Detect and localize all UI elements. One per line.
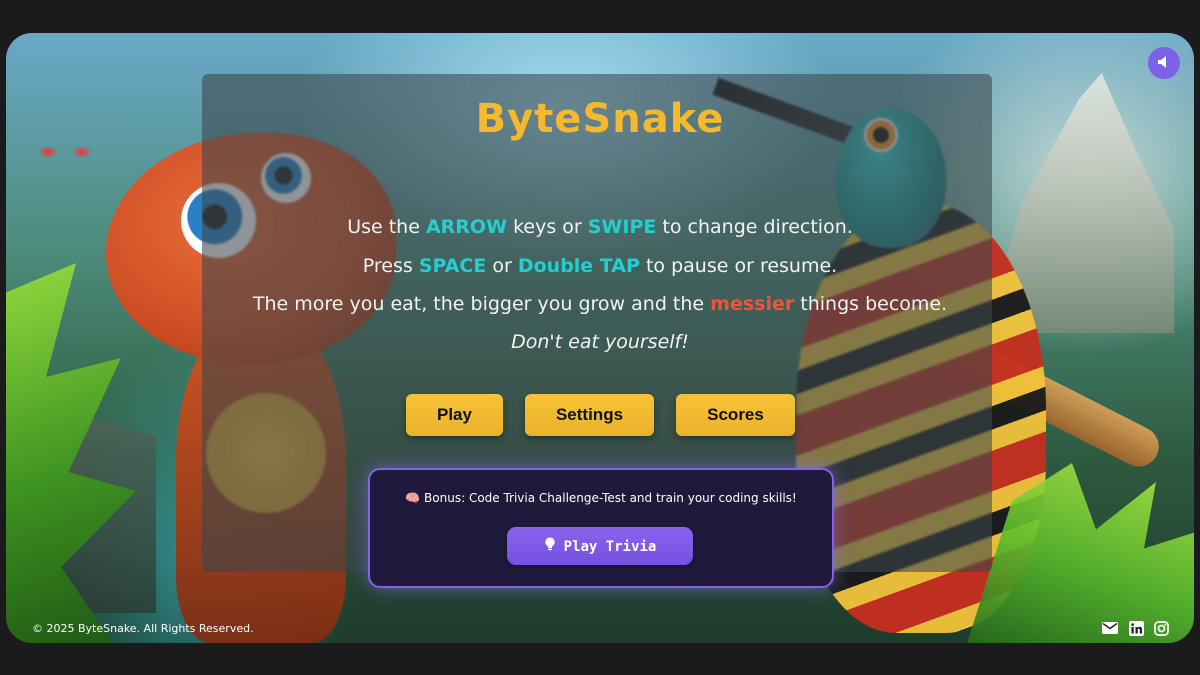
play-trivia-label: Play Trivia: [563, 539, 657, 555]
instruction-warning: Don't eat yourself!: [511, 331, 689, 353]
linkedin-icon[interactable]: [1128, 620, 1144, 636]
instruction-pause: Press SPACE or Double TAP to pause or re…: [0, 255, 1200, 277]
speaker-icon: [1156, 54, 1172, 73]
mail-icon[interactable]: [1102, 620, 1118, 636]
instruction-text: to change direction.: [656, 216, 853, 238]
instruction-text: things become.: [794, 293, 948, 315]
instruction-grow: The more you eat, the bigger you grow an…: [0, 293, 1200, 315]
instruction-text: Press: [362, 255, 419, 277]
sound-toggle-button[interactable]: [1148, 47, 1180, 79]
shadow-creature-eyes: [36, 143, 96, 161]
copyright-text: © 2025 ByteSnake. All Rights Reserved.: [32, 622, 254, 635]
key-highlight: ARROW: [425, 216, 508, 238]
instruction-direction: Use the ARROW keys or SWIPE to change di…: [0, 216, 1200, 238]
play-trivia-button[interactable]: Play Trivia: [507, 527, 693, 565]
bonus-trivia-card: 🧠 Bonus: Code Trivia Challenge-Test and …: [368, 468, 834, 588]
instruction-text: The more you eat, the bigger you grow an…: [252, 293, 711, 315]
settings-button[interactable]: Settings: [525, 394, 654, 436]
instruction-text: keys or: [507, 216, 588, 238]
instagram-icon[interactable]: [1153, 620, 1169, 636]
bonus-text: Bonus: Code Trivia Challenge-Test and tr…: [424, 491, 797, 505]
instruction-text: Use the: [347, 216, 426, 238]
key-highlight: Double TAP: [517, 255, 640, 277]
lightbulb-icon: [544, 537, 556, 555]
instruction-text: or: [486, 255, 518, 277]
brain-icon: 🧠: [405, 491, 421, 505]
play-button[interactable]: Play: [406, 394, 503, 436]
bonus-description: 🧠 Bonus: Code Trivia Challenge-Test and …: [370, 491, 832, 505]
key-highlight: SWIPE: [587, 216, 657, 238]
scores-button[interactable]: Scores: [676, 394, 795, 436]
messier-highlight: messier: [710, 293, 795, 315]
instruction-text: to pause or resume.: [639, 255, 838, 277]
game-title: ByteSnake: [475, 96, 725, 142]
key-highlight: SPACE: [418, 255, 487, 277]
